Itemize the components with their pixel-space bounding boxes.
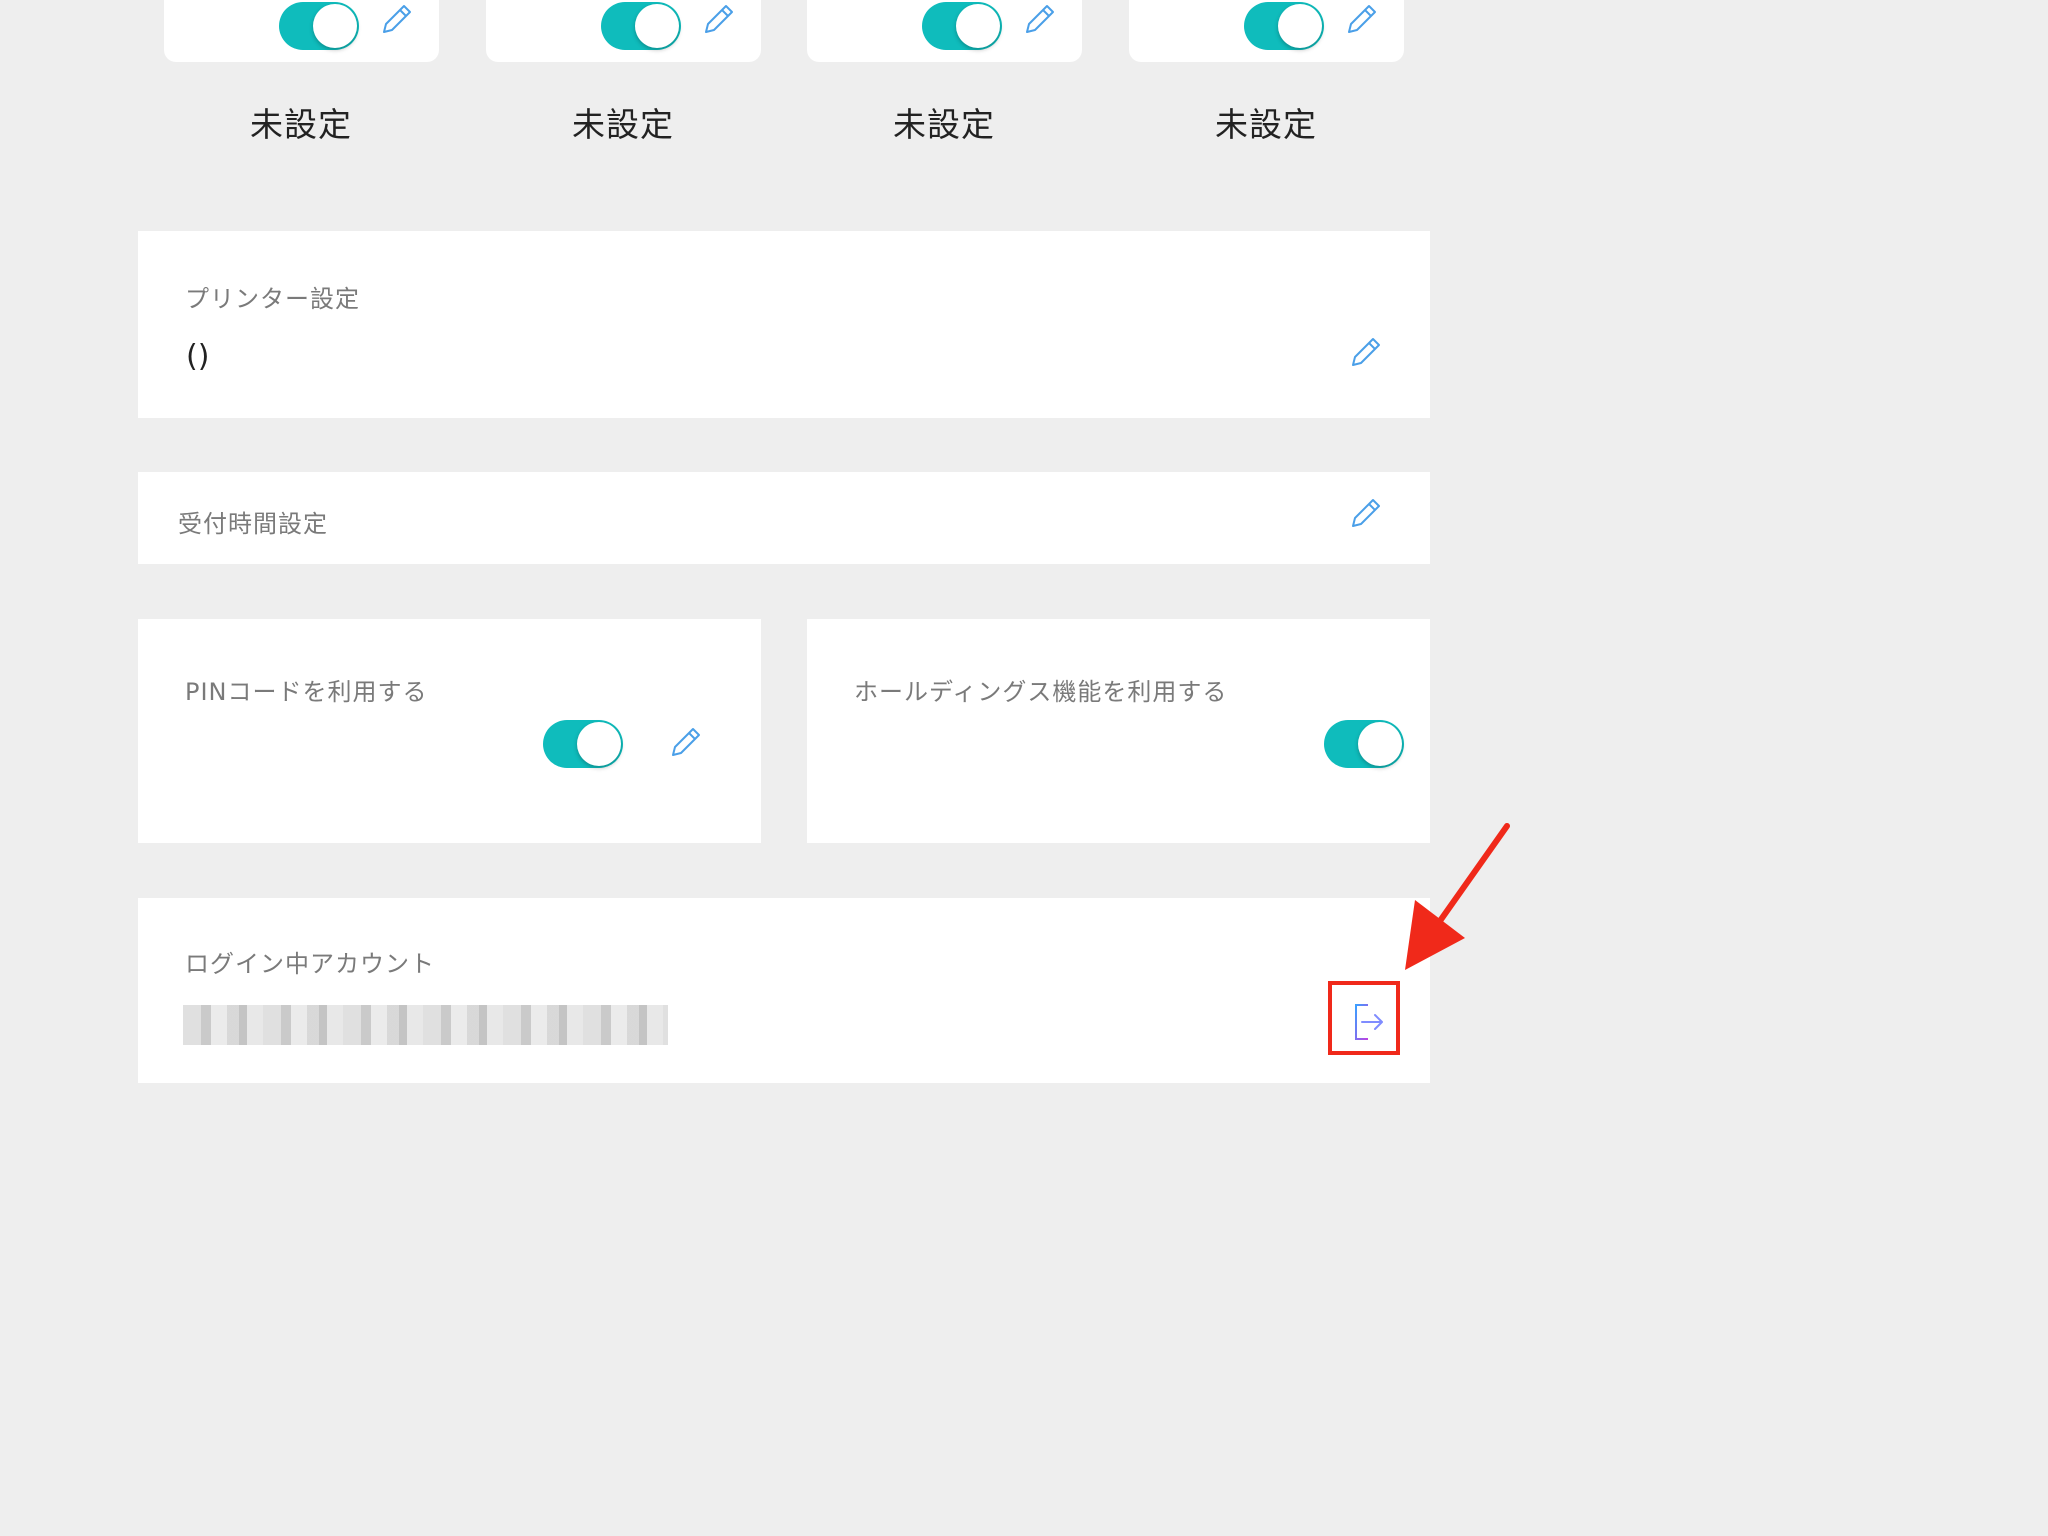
service-4-toggle[interactable]	[1244, 2, 1324, 50]
pencil-icon[interactable]	[665, 723, 705, 763]
account-email-redacted	[183, 1005, 668, 1045]
pencil-icon[interactable]	[376, 0, 416, 40]
service-card-3	[807, 0, 1082, 62]
pencil-icon[interactable]	[1345, 333, 1385, 373]
toggle-knob	[313, 4, 357, 48]
service-status-1: 未設定	[250, 105, 352, 144]
service-1-toggle[interactable]	[279, 2, 359, 50]
service-status-4: 未設定	[1215, 105, 1317, 144]
pencil-icon[interactable]	[698, 0, 738, 40]
service-card-2	[486, 0, 761, 62]
service-card-1	[164, 0, 439, 62]
holdings-card: ホールディングス機能を利用する	[807, 619, 1430, 843]
pin-code-title: PINコードを利用する	[185, 678, 428, 706]
toggle-knob	[956, 4, 1000, 48]
pencil-icon[interactable]	[1019, 0, 1059, 40]
reception-hours-card: 受付時間設定	[138, 472, 1430, 564]
printer-settings-title: プリンター設定	[185, 285, 360, 313]
account-card: ログイン中アカウント	[138, 898, 1430, 1083]
service-card-4	[1129, 0, 1404, 62]
annotation-arrow	[1405, 823, 1510, 970]
service-status-3: 未設定	[893, 105, 995, 144]
pencil-icon[interactable]	[1341, 0, 1381, 40]
toggle-knob	[577, 722, 621, 766]
service-3-toggle[interactable]	[922, 2, 1002, 50]
reception-hours-title: 受付時間設定	[178, 510, 328, 538]
printer-settings-card: プリンター設定 ()	[138, 231, 1430, 418]
holdings-title: ホールディングス機能を利用する	[854, 678, 1228, 706]
account-title: ログイン中アカウント	[185, 950, 435, 978]
logout-button[interactable]	[1328, 981, 1400, 1055]
pin-code-toggle[interactable]	[543, 720, 623, 768]
pin-code-card: PINコードを利用する	[138, 619, 761, 843]
toggle-knob	[1278, 4, 1322, 48]
service-2-toggle[interactable]	[601, 2, 681, 50]
toggle-knob	[635, 4, 679, 48]
toggle-knob	[1358, 722, 1402, 766]
service-status-2: 未設定	[572, 105, 674, 144]
logout-icon	[1355, 1004, 1383, 1040]
printer-settings-value: ()	[186, 339, 210, 374]
holdings-toggle[interactable]	[1324, 720, 1404, 768]
pencil-icon[interactable]	[1345, 494, 1385, 534]
